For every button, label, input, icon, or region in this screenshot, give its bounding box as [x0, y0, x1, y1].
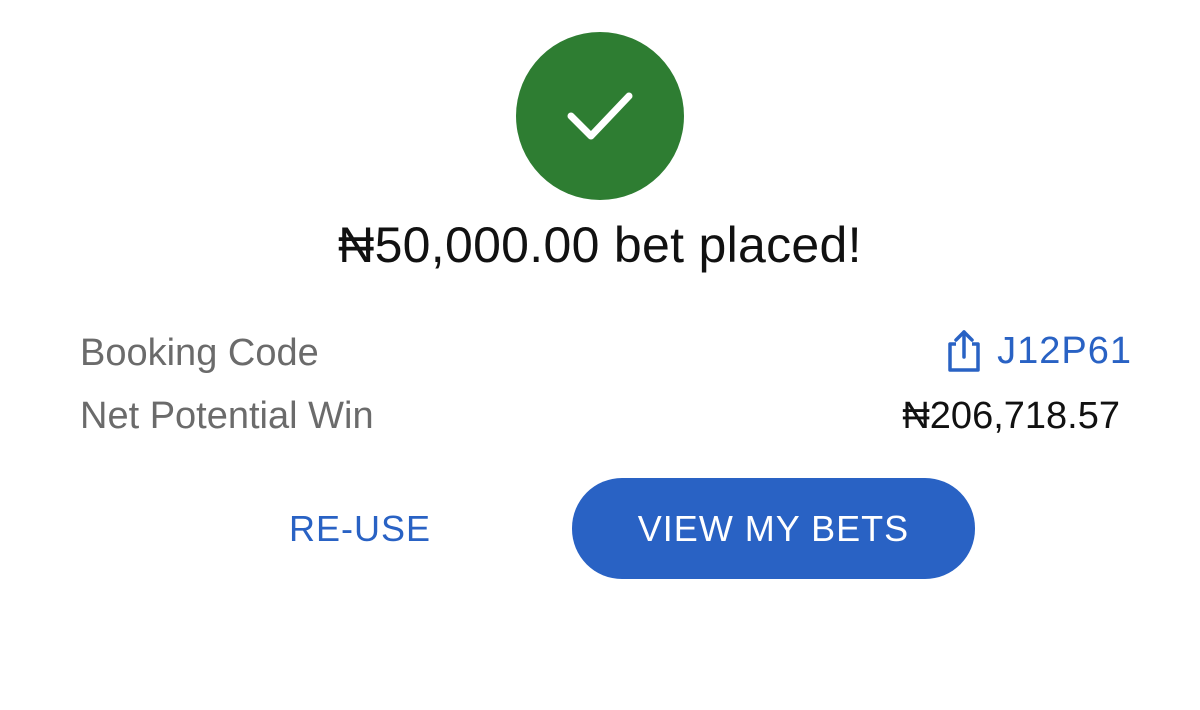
- booking-code-label: Booking Code: [80, 332, 319, 374]
- booking-code-share[interactable]: J12P61: [945, 328, 1132, 374]
- bet-placed-title: ₦50,000.00 bet placed!: [338, 217, 862, 273]
- booking-code-value[interactable]: J12P61: [997, 328, 1132, 374]
- net-potential-win-label: Net Potential Win: [80, 395, 374, 437]
- success-badge: [516, 32, 684, 200]
- net-potential-win-value: ₦206,718.57: [902, 395, 1120, 437]
- check-icon: [567, 92, 633, 140]
- reuse-button[interactable]: RE-USE: [260, 480, 460, 578]
- view-my-bets-button[interactable]: VIEW MY BETS: [572, 478, 975, 579]
- share-icon[interactable]: [945, 328, 983, 374]
